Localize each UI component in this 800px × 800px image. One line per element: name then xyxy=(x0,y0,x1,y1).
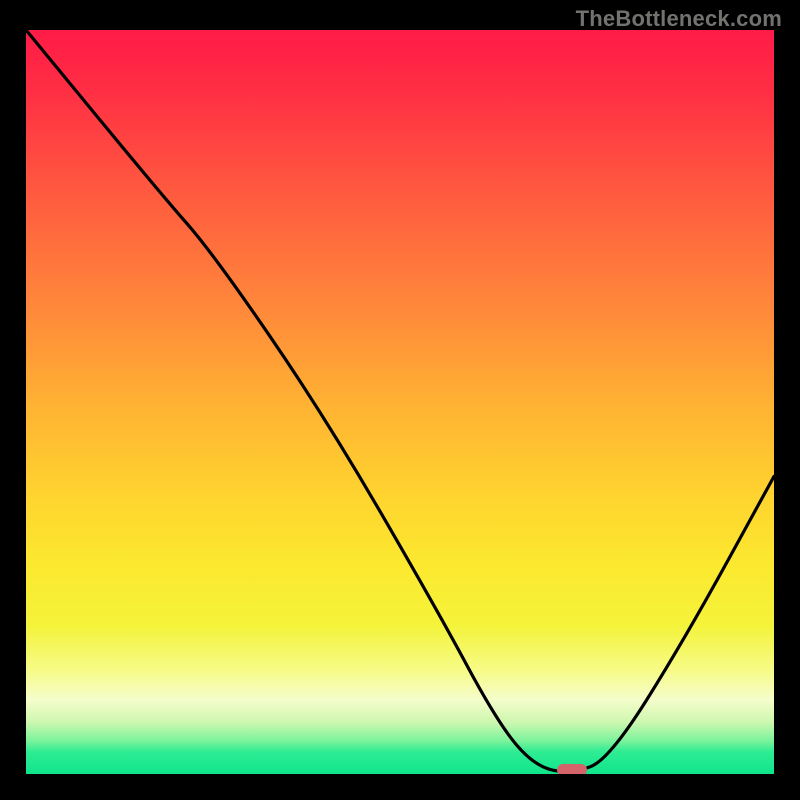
chart-container: TheBottleneck.com xyxy=(0,0,800,800)
bottleneck-curve xyxy=(26,30,774,774)
plot-area xyxy=(26,30,774,774)
optimal-marker xyxy=(557,764,587,774)
curve-path xyxy=(26,30,774,772)
watermark-text: TheBottleneck.com xyxy=(576,6,782,32)
